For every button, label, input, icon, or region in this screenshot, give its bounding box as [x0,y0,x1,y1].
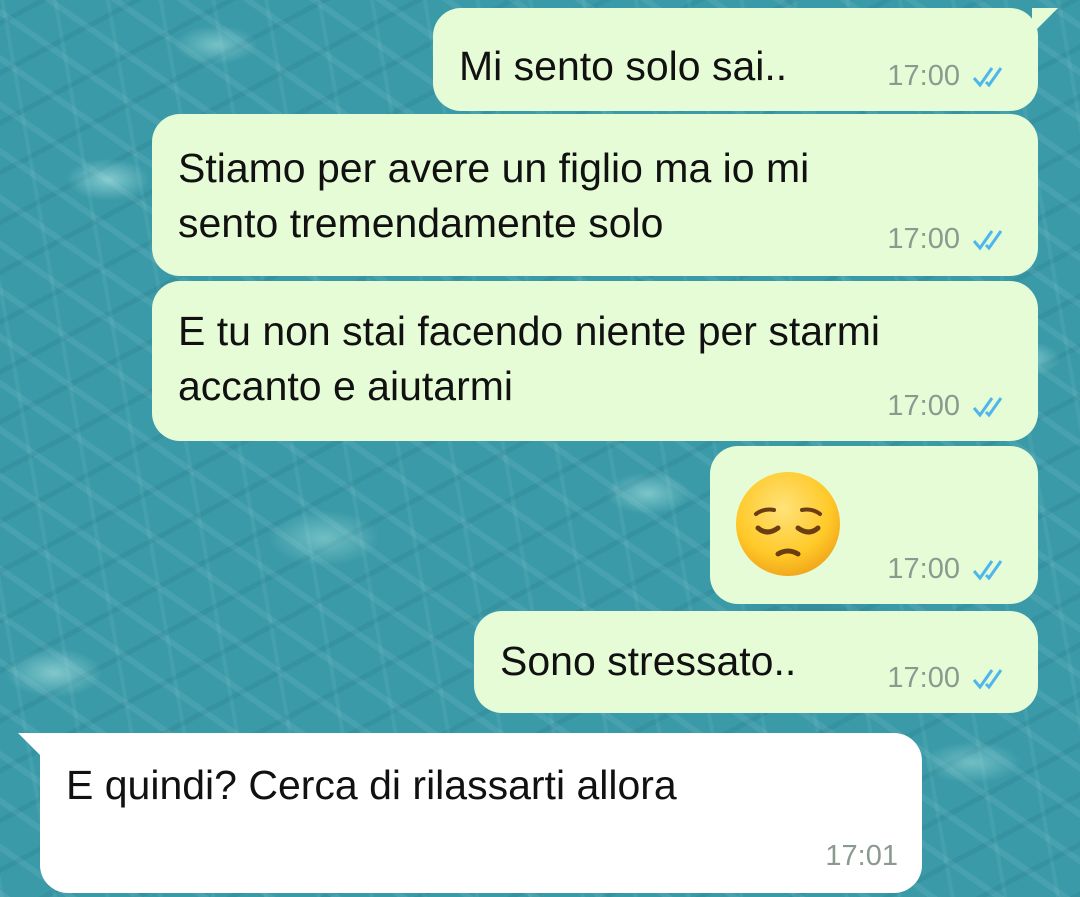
outgoing-message[interactable]: E tu non stai facendo niente per starmi … [152,281,1038,441]
double-check-icon [972,230,1003,251]
message-meta: 17:00 [887,224,1014,254]
outgoing-message[interactable]: Mi sento solo sai.. 17:00 [433,8,1058,111]
message-time: 17:00 [887,223,960,255]
message-meta: 17:01 [825,841,898,871]
outgoing-message[interactable]: 17:00 [710,446,1038,604]
message-meta: 17:00 [887,663,1014,693]
message-text-line: accanto e aiutarmi [178,363,514,409]
message-text: Mi sento solo sai.. [459,43,788,89]
pensive-face-emoji [736,472,840,576]
message-text: Sono stressato.. [500,638,797,684]
message-text: E quindi? Cerca di rilassarti allora [66,762,677,808]
message-text-line: sento tremendamente solo [178,200,664,246]
double-check-icon [972,560,1003,581]
message-time: 17:01 [825,840,898,872]
double-check-icon [972,397,1003,418]
message-meta: 17:00 [887,61,1014,91]
bubble-tail [18,733,44,759]
message-time: 17:00 [887,553,960,585]
outgoing-message[interactable]: Sono stressato.. 17:00 [474,611,1038,713]
message-text-line: E tu non stai facendo niente per starmi [178,308,880,354]
message-time: 17:00 [887,390,960,422]
double-check-icon [972,669,1003,690]
message-time: 17:00 [887,662,960,694]
bubble-tail [1032,8,1058,34]
double-check-icon [972,67,1003,88]
message-meta: 17:00 [887,554,1014,584]
outgoing-message[interactable]: Stiamo per avere un figlio ma io mi sent… [152,114,1038,276]
message-text-line: Stiamo per avere un figlio ma io mi [178,145,810,191]
message-meta: 17:00 [887,391,1014,421]
message-time: 17:00 [887,60,960,92]
incoming-message[interactable]: E quindi? Cerca di rilassarti allora 17:… [18,733,922,893]
